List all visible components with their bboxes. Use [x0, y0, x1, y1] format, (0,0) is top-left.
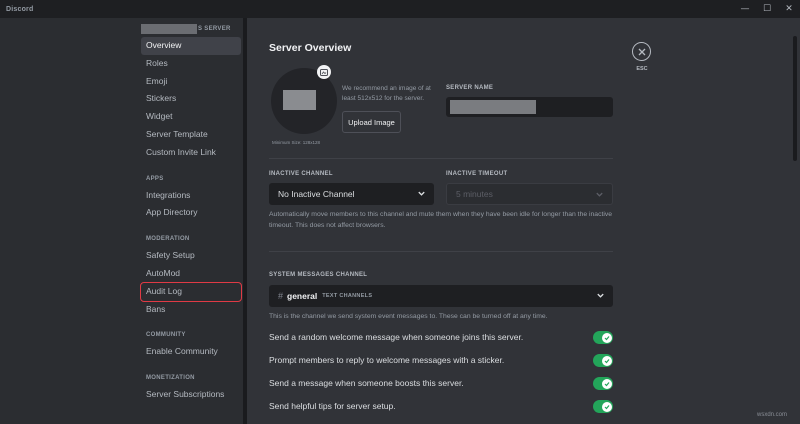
- inactive-channel-label: INACTIVE CHANNEL: [269, 171, 333, 177]
- redacted-server-name-value: [450, 100, 536, 114]
- window-controls: — ☐ ✕: [734, 0, 800, 18]
- watermark: wsxdn.com: [757, 412, 788, 418]
- page-title: Server Overview: [269, 42, 352, 54]
- redacted-server-icon: [283, 90, 316, 110]
- sidebar-item-app-directory[interactable]: App Directory: [141, 204, 241, 222]
- sidebar-section-community: COMMUNITY: [146, 332, 186, 339]
- minimum-size-note: Minimum Size: 128x128: [272, 140, 321, 145]
- toggle-row-welcome-message: Send a random welcome message when someo…: [269, 331, 613, 345]
- system-messages-description: This is the channel we send system event…: [269, 313, 548, 320]
- system-channel-category: TEXT CHANNELS: [322, 293, 373, 299]
- close-icon: [638, 48, 645, 55]
- title-bar: Discord — ☐ ✕: [0, 0, 800, 18]
- server-name-input[interactable]: [446, 97, 613, 117]
- check-icon: [601, 378, 612, 389]
- server-header-suffix: S SERVER: [198, 26, 231, 32]
- inactive-timeout-select[interactable]: 5 minutes: [446, 183, 613, 205]
- inactive-description: Automatically move members to this chann…: [269, 211, 613, 229]
- close-settings-button[interactable]: [632, 42, 651, 61]
- toggle-label: Prompt members to reply to welcome messa…: [269, 355, 505, 365]
- sidebar-item-server-subscriptions[interactable]: Server Subscriptions: [141, 386, 241, 404]
- settings-nav: S SERVER Overview Roles Emoji Stickers W…: [140, 24, 242, 404]
- upload-image-button[interactable]: Upload Image: [342, 111, 401, 133]
- inactive-timeout-label: INACTIVE TIMEOUT: [446, 171, 508, 177]
- sidebar-item-emoji[interactable]: Emoji: [141, 73, 241, 91]
- inactive-channel-value: No Inactive Channel: [278, 189, 355, 199]
- toggle-row-setup-tips: Send helpful tips for server setup.: [269, 400, 613, 414]
- system-messages-label: SYSTEM MESSAGES CHANNEL: [269, 272, 368, 278]
- check-icon: [601, 355, 612, 366]
- boost-message-toggle[interactable]: [593, 377, 613, 390]
- check-icon: [601, 401, 612, 412]
- minimize-button[interactable]: —: [734, 0, 756, 18]
- divider: [269, 158, 613, 159]
- redacted-server-name: [141, 24, 197, 34]
- sidebar-item-roles[interactable]: Roles: [141, 55, 241, 73]
- server-name-label: SERVER NAME: [446, 85, 494, 91]
- toggle-label: Send a random welcome message when someo…: [269, 332, 524, 342]
- sidebar-item-bans[interactable]: Bans: [141, 301, 241, 319]
- chevron-down-icon: [596, 192, 603, 197]
- sidebar-item-audit-log[interactable]: Audit Log: [140, 281, 242, 302]
- sidebar-item-widget[interactable]: Widget: [141, 108, 241, 126]
- inactive-timeout-value: 5 minutes: [456, 189, 493, 199]
- toggle-label: Send a message when someone boosts this …: [269, 378, 464, 388]
- content-scrollbar[interactable]: [793, 36, 797, 161]
- check-icon: [601, 332, 612, 343]
- sidebar-item-enable-community[interactable]: Enable Community: [141, 343, 241, 361]
- close-window-button[interactable]: ✕: [778, 0, 800, 18]
- sidebar-item-stickers[interactable]: Stickers: [141, 90, 241, 108]
- toggle-label: Send helpful tips for server setup.: [269, 401, 396, 411]
- channel-hash-icon: #: [278, 291, 284, 301]
- sidebar-item-integrations[interactable]: Integrations: [141, 187, 241, 205]
- divider: [269, 251, 613, 252]
- toggle-row-sticker-prompt: Prompt members to reply to welcome messa…: [269, 354, 613, 368]
- chevron-down-icon: [597, 293, 604, 298]
- sidebar-section-moderation: MODERATION: [146, 236, 190, 243]
- inactive-channel-select[interactable]: No Inactive Channel: [269, 183, 434, 205]
- toggle-row-boost-message: Send a message when someone boosts this …: [269, 377, 613, 391]
- welcome-message-toggle[interactable]: [593, 331, 613, 344]
- system-channel-name: general: [287, 291, 318, 301]
- chevron-down-icon: [418, 191, 425, 196]
- sidebar-item-custom-invite-link[interactable]: Custom Invite Link: [141, 144, 241, 162]
- sticker-prompt-toggle[interactable]: [593, 354, 613, 367]
- system-messages-channel-select[interactable]: # general TEXT CHANNELS: [269, 285, 613, 307]
- sidebar-item-server-template[interactable]: Server Template: [141, 126, 241, 144]
- settings-content: Server Overview Minimum Size: 128x128 We…: [247, 18, 800, 424]
- sidebar-section-apps: APPS: [146, 175, 164, 182]
- sidebar-item-safety-setup[interactable]: Safety Setup: [141, 247, 241, 265]
- server-name-header: S SERVER: [141, 24, 241, 34]
- maximize-button[interactable]: ☐: [756, 0, 778, 18]
- setup-tips-toggle[interactable]: [593, 400, 613, 413]
- app-title: Discord: [6, 5, 34, 13]
- icon-recommendation: We recommend an image of at least 512x51…: [342, 85, 431, 102]
- sidebar-item-automod[interactable]: AutoMod: [141, 265, 241, 283]
- esc-label: ESC: [636, 66, 648, 72]
- add-image-icon[interactable]: [317, 65, 331, 79]
- sidebar-section-monetization: MONETIZATION: [146, 375, 195, 382]
- sidebar-item-overview[interactable]: Overview: [141, 37, 241, 55]
